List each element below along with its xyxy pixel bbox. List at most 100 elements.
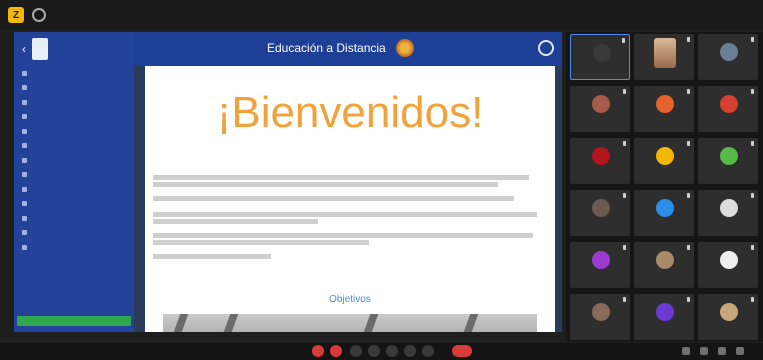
sidebar-nav-item[interactable] <box>14 197 134 212</box>
mic-icon <box>751 193 754 198</box>
sidebar-nav-item[interactable] <box>14 168 134 183</box>
participants-icon[interactable] <box>368 345 380 357</box>
end-meeting-button[interactable] <box>452 345 472 357</box>
mic-icon <box>622 38 625 43</box>
participant-avatar <box>592 199 610 217</box>
lms-brand: ‹ <box>14 32 134 66</box>
mic-icon <box>751 245 754 250</box>
participant-avatar <box>592 251 610 269</box>
mic-icon <box>687 89 690 94</box>
stop-video-icon[interactable] <box>330 345 342 357</box>
participant-tile[interactable] <box>698 242 758 288</box>
page-icon <box>22 201 27 207</box>
participant-tile[interactable] <box>570 294 630 340</box>
page-icon <box>22 230 27 236</box>
workshop-paragraph <box>153 233 545 247</box>
sidebar-nav-item[interactable] <box>14 81 134 96</box>
participant-tile[interactable] <box>570 138 630 184</box>
fullscreen-icon[interactable] <box>718 347 726 355</box>
page-icon <box>22 157 27 163</box>
meeting-app-logo-icon: Z <box>8 7 24 23</box>
page-icon <box>22 172 27 178</box>
participant-avatar <box>656 303 674 321</box>
sidebar-nav-item[interactable] <box>14 66 134 81</box>
sidebar-nav-item[interactable] <box>14 139 134 154</box>
security-icon[interactable] <box>350 345 362 357</box>
participant-tile[interactable] <box>698 138 758 184</box>
participant-tile[interactable] <box>634 86 694 132</box>
mic-icon <box>623 141 626 146</box>
instructions-paragraph <box>153 196 545 203</box>
meeting-controls-bar <box>0 343 763 360</box>
meeting-top-bar: Z <box>0 0 763 30</box>
back-arrow-icon[interactable]: ‹ <box>22 42 26 56</box>
mic-icon <box>751 297 754 302</box>
participant-photo <box>654 38 676 68</box>
page-icon <box>22 99 27 105</box>
participant-avatar <box>592 95 610 113</box>
sidebar-nav-item[interactable] <box>14 95 134 110</box>
sidebar-nav-item[interactable] <box>14 124 134 139</box>
participant-tile[interactable] <box>634 294 694 340</box>
participant-tile[interactable] <box>570 86 630 132</box>
participant-avatar <box>656 199 674 217</box>
lms-nav-list <box>14 66 134 255</box>
participant-avatar <box>720 251 738 269</box>
page-icon <box>22 114 27 120</box>
course-progress-bar <box>17 316 131 326</box>
participant-tile[interactable] <box>698 294 758 340</box>
participant-avatar <box>592 147 610 165</box>
course-badge-icon <box>396 39 414 57</box>
shared-screen: ‹ Educación a Distancia ¡Bienvenidos! Ob… <box>14 32 562 332</box>
chat-icon[interactable] <box>386 345 398 357</box>
participant-tile[interactable] <box>634 138 694 184</box>
page-icon <box>22 215 27 221</box>
reactions-icon[interactable] <box>422 345 434 357</box>
participant-tile[interactable] <box>698 190 758 236</box>
participant-avatar <box>720 147 738 165</box>
participant-avatar <box>656 95 674 113</box>
participant-tile[interactable] <box>570 242 630 288</box>
more-icon[interactable] <box>700 347 708 355</box>
participant-gallery <box>566 32 763 342</box>
sidebar-nav-item[interactable] <box>14 110 134 125</box>
closing-line <box>153 254 545 261</box>
participant-tile[interactable] <box>634 34 694 80</box>
classroom-photo <box>163 314 537 332</box>
welcome-heading: ¡Bienvenidos! <box>216 88 484 137</box>
page-icon <box>22 143 27 149</box>
mic-icon <box>751 141 754 146</box>
participant-tile[interactable] <box>698 34 758 80</box>
page-icon <box>22 128 27 134</box>
participant-avatar <box>720 95 738 113</box>
participant-tile[interactable] <box>570 34 630 80</box>
participant-avatar <box>720 303 738 321</box>
participant-avatar <box>592 303 610 321</box>
guidance-paragraph <box>153 212 545 226</box>
mic-icon <box>687 297 690 302</box>
participant-tile[interactable] <box>698 86 758 132</box>
view-icon[interactable] <box>682 347 690 355</box>
sidebar-nav-item[interactable] <box>14 211 134 226</box>
participant-tile[interactable] <box>634 190 694 236</box>
university-logo-icon <box>32 38 48 60</box>
course-title: Educación a Distancia <box>267 41 386 55</box>
sidebar-nav-item[interactable] <box>14 226 134 241</box>
mic-icon <box>687 245 690 250</box>
sidebar-nav-item[interactable] <box>14 153 134 168</box>
participant-tile[interactable] <box>570 190 630 236</box>
participant-avatar <box>656 251 674 269</box>
mute-mic-icon[interactable] <box>312 345 324 357</box>
mic-icon <box>751 89 754 94</box>
settings-gear-icon[interactable] <box>538 40 554 56</box>
sidebar-nav-item[interactable] <box>14 182 134 197</box>
settings-icon[interactable] <box>736 347 744 355</box>
mic-icon <box>623 89 626 94</box>
lms-page-content: ¡Bienvenidos! Objetivos <box>145 66 555 332</box>
lms-sidebar: ‹ <box>14 32 134 332</box>
sidebar-nav-item[interactable] <box>14 240 134 255</box>
participant-tile[interactable] <box>634 242 694 288</box>
share-screen-icon[interactable] <box>404 345 416 357</box>
security-shield-icon[interactable] <box>32 8 46 22</box>
mic-icon <box>623 245 626 250</box>
